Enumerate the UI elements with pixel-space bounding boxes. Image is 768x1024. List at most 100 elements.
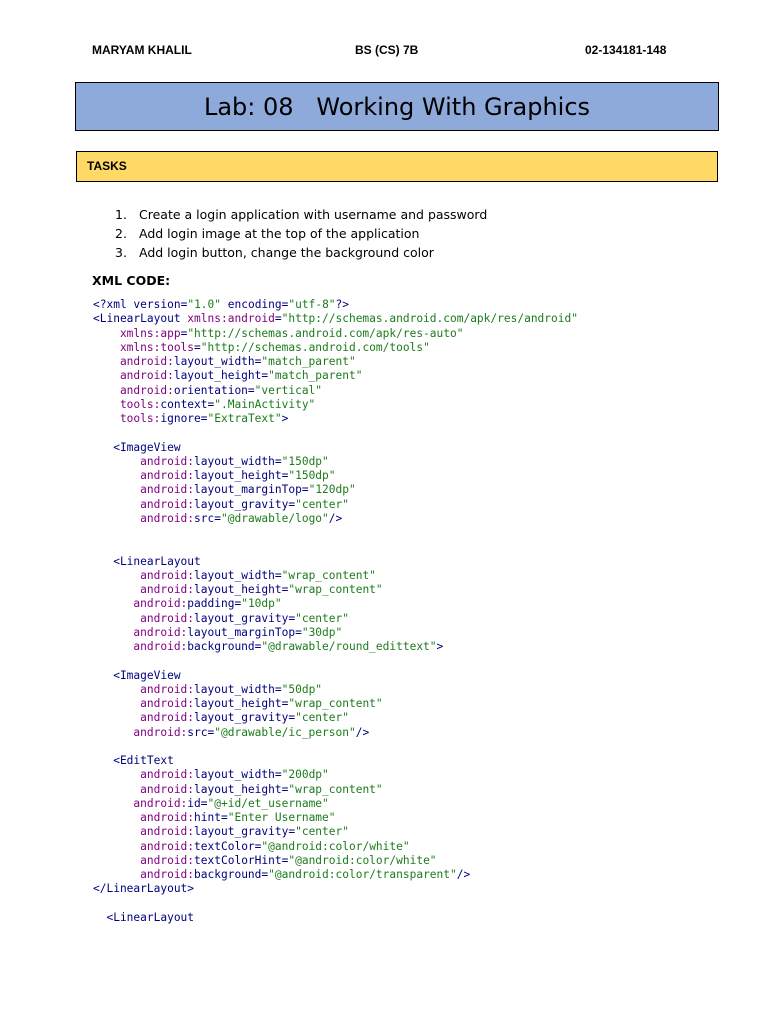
- code-token: textColorHint: [194, 853, 282, 867]
- code-line: android:background="@drawable/round_edit…: [93, 640, 578, 654]
- code-token: <LinearLayout: [93, 554, 201, 568]
- code-token: background: [194, 868, 262, 881]
- code-token: =: [274, 312, 282, 326]
- code-token: android:: [93, 497, 195, 511]
- code-line: android:src="@drawable/ic_person"/>: [93, 726, 578, 740]
- code-token: encoding: [221, 298, 282, 311]
- code-token: "http://schemas.android.com/apk/res/andr…: [281, 312, 578, 326]
- code-token: android:: [93, 868, 195, 881]
- list-number: 3.: [115, 245, 127, 260]
- code-token: >: [436, 640, 444, 653]
- xml-code-label: XML CODE:: [92, 273, 171, 288]
- code-token: "center": [295, 825, 349, 839]
- code-token: =: [274, 682, 282, 696]
- code-line: android:layout_width="150dp": [93, 455, 578, 469]
- code-token: =: [301, 483, 309, 497]
- code-line: <LinearLayout: [93, 911, 578, 925]
- code-line: tools:context=".MainActivity": [93, 398, 578, 412]
- code-line: android:textColor="@android:color/white": [93, 840, 578, 854]
- code-token: hint: [194, 811, 221, 824]
- code-token: "@android:color/white": [261, 839, 410, 853]
- code-token: android:: [93, 369, 174, 383]
- code-token: "center": [295, 497, 349, 511]
- code-token: "@android:color/transparent": [268, 868, 457, 881]
- code-token: "wrap_content": [288, 583, 383, 596]
- code-token: "@drawable/round_edittext": [261, 640, 437, 653]
- code-token: =: [194, 340, 201, 354]
- code-token: android:: [93, 568, 195, 582]
- code-token: layout_width: [194, 568, 275, 582]
- code-token: <?xml: [93, 298, 134, 311]
- code-line: <ImageView: [93, 669, 578, 683]
- code-token: "@android:color/white": [288, 853, 437, 867]
- code-token: ?>: [335, 298, 350, 311]
- code-line: android:layout_gravity="center": [93, 825, 578, 839]
- list-item: 3. Add login button, change the backgroun…: [115, 243, 487, 262]
- code-token: android:: [93, 711, 195, 725]
- task-list: 1. Create a login application with userna…: [115, 205, 487, 262]
- code-token: orientation: [173, 383, 248, 397]
- code-token: android:: [93, 355, 174, 368]
- code-token: layout_gravity: [194, 497, 289, 511]
- task-text: Create a login application with username…: [139, 207, 488, 222]
- code-token: xmlns:app: [93, 326, 181, 340]
- code-token: "utf-8": [288, 298, 336, 311]
- code-token: layout_gravity: [194, 711, 289, 725]
- page-title: Lab: 08 Working With Graphics: [203, 92, 591, 121]
- code-token: android:: [93, 811, 195, 824]
- code-line: </LinearLayout>: [93, 882, 578, 896]
- code-token: android:: [93, 839, 195, 853]
- code-token: "1.0": [187, 298, 222, 311]
- code-token: "Enter Username": [227, 811, 336, 824]
- code-token: =: [295, 625, 302, 639]
- code-token: layout_height: [194, 583, 282, 596]
- code-token: tools:: [93, 397, 161, 411]
- code-token: />: [456, 868, 471, 881]
- code-line: android:layout_width="wrap_content": [93, 569, 578, 583]
- code-line: android:layout_height="150dp": [93, 469, 578, 483]
- code-token: android:: [93, 768, 195, 782]
- code-token: src: [194, 511, 215, 525]
- code-line: xmlns:tools="http://schemas.android.com/…: [93, 341, 578, 355]
- code-token: =: [200, 796, 208, 810]
- code-token: </LinearLayout>: [93, 882, 195, 896]
- code-token: android:: [93, 611, 195, 625]
- code-token: "http://schemas.android.com/apk/res-auto…: [187, 326, 464, 340]
- code-token: "50dp": [281, 682, 323, 696]
- code-token: "wrap_content": [288, 697, 383, 710]
- code-token: "@+id/et_username": [207, 796, 329, 810]
- list-number: 1.: [115, 207, 127, 222]
- title-banner: Lab: 08 Working With Graphics: [75, 82, 719, 131]
- code-token: =: [274, 454, 282, 468]
- code-token: layout_width: [173, 355, 255, 368]
- code-token: layout_width: [194, 454, 275, 468]
- class-section: BS (CS) 7B: [355, 43, 419, 57]
- code-token: padding: [187, 597, 235, 611]
- code-token: "10dp": [241, 597, 282, 611]
- code-line: android:layout_gravity="center": [93, 612, 578, 626]
- code-token: "match_parent": [261, 355, 356, 368]
- code-token: version: [133, 298, 181, 311]
- code-token: "@drawable/logo": [221, 511, 329, 525]
- tasks-heading: TASKS: [76, 151, 718, 182]
- code-token: =: [247, 383, 255, 397]
- code-token: layout_width: [194, 768, 275, 782]
- code-token: "150dp": [288, 469, 336, 482]
- code-line: android:layout_marginTop="30dp": [93, 626, 578, 640]
- code-token: textColor: [194, 839, 255, 853]
- code-token: android:: [93, 853, 195, 867]
- code-token: />: [328, 511, 343, 525]
- code-token: android:: [93, 583, 195, 596]
- code-line: android:layout_width="200dp": [93, 768, 578, 782]
- code-token: "@drawable/ic_person": [214, 725, 356, 739]
- code-line: xmlns:app="http://schemas.android.com/ap…: [93, 327, 578, 341]
- code-token: "wrap_content": [281, 568, 376, 582]
- code-token: android:: [93, 469, 195, 482]
- code-token: layout_height: [194, 697, 282, 710]
- code-line: android:padding="10dp": [93, 597, 578, 611]
- code-token: android:: [93, 725, 188, 739]
- code-token: "wrap_content": [288, 782, 383, 796]
